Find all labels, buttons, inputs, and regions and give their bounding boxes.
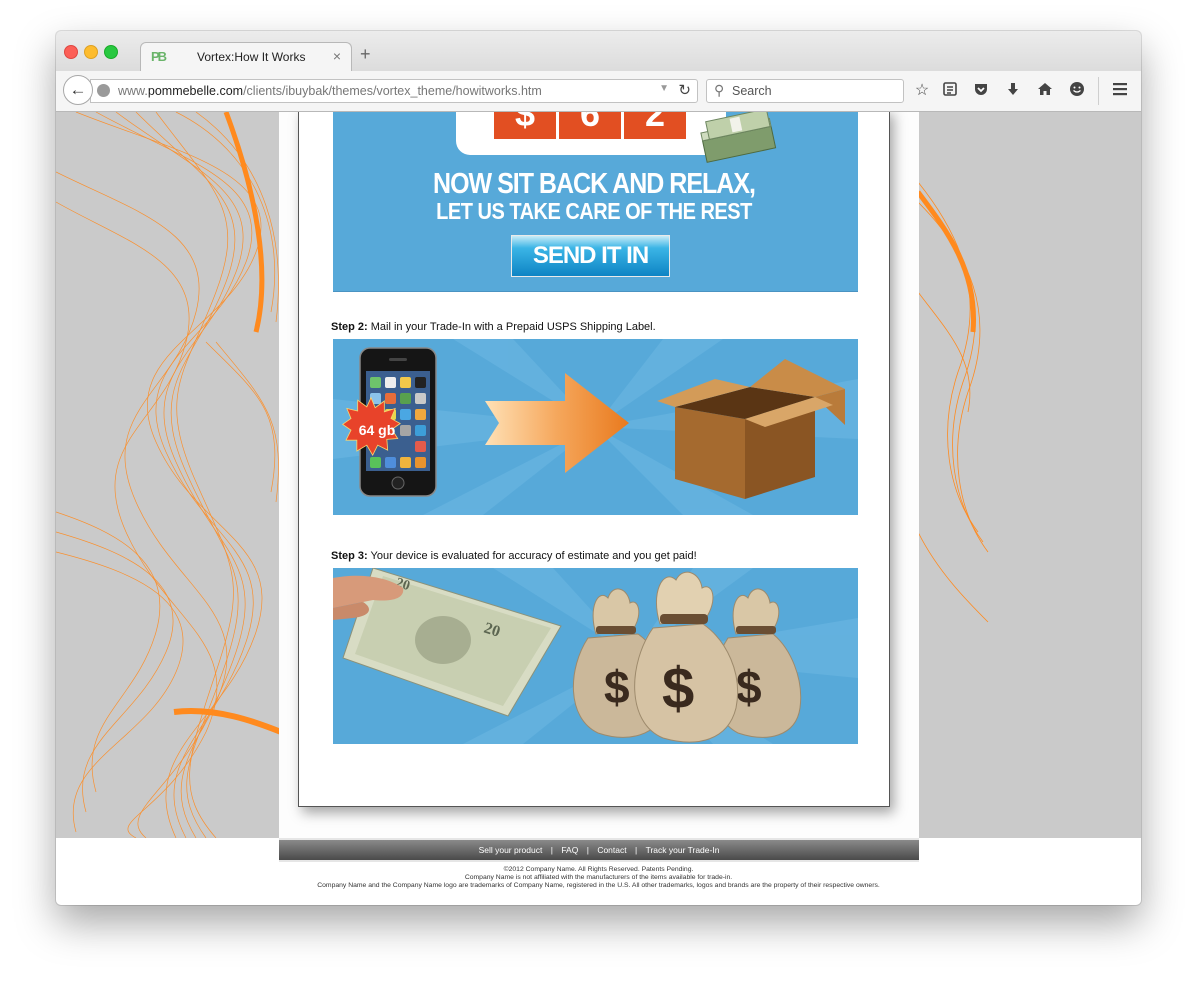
footer-disclaimer: Company Name is not affiliated with the … — [464, 874, 733, 881]
footer-link-sell[interactable]: Sell your product — [479, 845, 543, 855]
footer-separator: | — [634, 845, 638, 855]
url-path: /clients/ibuybak/themes/vortex_theme/how… — [243, 84, 542, 98]
price-digit: $ — [494, 112, 556, 139]
back-arrow-icon: ← — [69, 80, 87, 99]
relax-subheadline: LET US TAKE CARE OF THE REST — [436, 199, 752, 225]
page-viewport: $ 6 2 NOW SIT BACK AND RELAX, LET US TAK… — [56, 112, 1141, 905]
hello-chat-icon[interactable] — [1067, 81, 1087, 101]
price-digit: 6 — [559, 112, 621, 139]
footer-link-faq[interactable]: FAQ — [561, 845, 578, 855]
footer-link-contact[interactable]: Contact — [597, 845, 626, 855]
step-3-number: Step 3: — [331, 550, 368, 562]
money-bags-icon: $ $ $ — [573, 571, 802, 743]
step-3-label: Step 3: Your device is evaluated for acc… — [331, 550, 697, 562]
content-frame: $ 6 2 NOW SIT BACK AND RELAX, LET US TAK… — [298, 112, 890, 807]
cash-stack-icon — [700, 112, 777, 163]
tab-vortex[interactable]: PB Vortex:How It Works × — [140, 42, 352, 73]
home-icon[interactable] — [1035, 81, 1055, 101]
twenty-dollar-bill-icon: 20 20 — [333, 568, 562, 717]
shipping-box-icon — [657, 359, 845, 499]
banner-mail-in: 64 gb — [333, 339, 858, 515]
tab-bar: PB Vortex:How It Works × + — [56, 31, 1141, 73]
reload-icon[interactable]: ↻ — [678, 81, 691, 99]
footer-separator: | — [550, 845, 553, 855]
new-tab-button[interactable]: + — [360, 45, 371, 63]
svg-text:$: $ — [604, 661, 630, 713]
minimize-window-button[interactable] — [84, 45, 98, 59]
search-icon: ⚲ — [714, 82, 725, 98]
bookmark-star-icon[interactable]: ☆ — [912, 81, 932, 101]
tab-title: Vortex:How It Works — [197, 50, 306, 64]
svg-text:$: $ — [736, 661, 762, 713]
close-window-button[interactable] — [64, 45, 78, 59]
footer-nav: Sell your product | FAQ | Contact | Trac… — [279, 840, 919, 860]
step-3-text: Your device is evaluated for accuracy of… — [367, 550, 697, 562]
footer-link-track[interactable]: Track your Trade-In — [646, 845, 720, 855]
orange-swirl-left — [56, 112, 283, 838]
footer-trademark: Company Name and the Company Name logo a… — [317, 882, 880, 889]
reading-list-icon[interactable] — [940, 81, 960, 101]
browser-window: PB Vortex:How It Works × + www.pommebell… — [56, 31, 1141, 905]
zoom-window-button[interactable] — [104, 45, 118, 59]
orange-swirl-right — [918, 181, 989, 623]
tab-close-icon[interactable]: × — [333, 48, 341, 64]
step-2-text: Mail in your Trade-In with a Prepaid USP… — [367, 321, 656, 333]
footer-separator: | — [586, 845, 589, 855]
nav-bar: www.pommebelle.com/clients/ibuybak/theme… — [56, 71, 1141, 112]
price-counter: $ 6 2 — [456, 112, 726, 155]
storage-badge-label: 64 gb — [358, 422, 396, 438]
search-placeholder: Search — [732, 84, 772, 98]
favicon-icon: PB — [151, 49, 167, 64]
banner-get-paid: 20 20 $ $ $ — [333, 568, 858, 744]
banner-send-it-in: $ 6 2 NOW SIT BACK AND RELAX, LET US TAK… — [333, 112, 858, 292]
toolbar-separator — [1098, 77, 1099, 105]
url-bar[interactable]: www.pommebelle.com/clients/ibuybak/theme… — [90, 79, 698, 103]
download-icon[interactable] — [1003, 81, 1023, 101]
send-it-in-button[interactable]: SEND IT IN — [511, 235, 670, 277]
search-input[interactable]: ⚲ Search — [706, 79, 904, 103]
url-domain: pommebelle.com — [147, 84, 244, 98]
arrow-right-icon — [485, 373, 629, 473]
pocket-icon[interactable] — [971, 81, 991, 101]
step-2-label: Step 2: Mail in your Trade-In with a Pre… — [331, 321, 656, 333]
footer-copyright: ©2012 Company Name. All Rights Reserved.… — [503, 866, 694, 873]
relax-headline: NOW SIT BACK AND RELAX, — [433, 167, 756, 201]
url-text: www.pommebelle.com/clients/ibuybak/theme… — [118, 84, 542, 98]
url-dropdown-icon[interactable]: ▼ — [659, 83, 669, 94]
step-2-number: Step 2: — [331, 321, 368, 333]
url-prefix: www. — [118, 84, 148, 98]
price-digit: 2 — [624, 112, 686, 139]
globe-icon — [97, 84, 110, 97]
svg-text:$: $ — [662, 656, 694, 721]
back-button[interactable]: ← — [63, 75, 93, 105]
menu-icon[interactable] — [1110, 81, 1130, 101]
